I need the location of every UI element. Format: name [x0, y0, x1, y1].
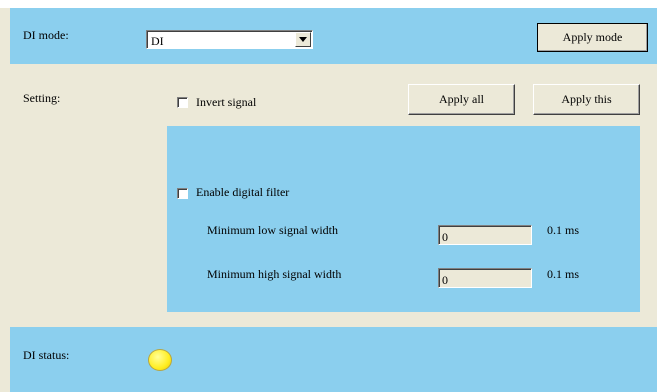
- min-high-width-label: Minimum high signal width: [207, 267, 342, 281]
- min-low-width-unit: 0.1 ms: [547, 223, 580, 237]
- status-led-icon: [148, 349, 172, 371]
- invert-signal-label[interactable]: Invert signal: [196, 95, 256, 110]
- invert-signal-checkbox[interactable]: [177, 97, 188, 108]
- setting-label: Setting:: [23, 91, 61, 105]
- enable-digital-filter-checkbox[interactable]: [177, 188, 188, 199]
- min-low-width-input[interactable]: 0: [438, 225, 532, 245]
- di-status-label: DI status:: [23, 348, 70, 362]
- top-strip: [0, 0, 657, 8]
- filter-panel: Enable digital filter Minimum low signal…: [167, 126, 640, 312]
- min-low-width-label: Minimum low signal width: [207, 223, 339, 237]
- apply-this-button[interactable]: Apply this: [533, 84, 640, 115]
- enable-digital-filter-label[interactable]: Enable digital filter: [196, 185, 289, 200]
- min-high-width-input[interactable]: 0: [438, 268, 532, 288]
- mode-panel: DI mode: DI Apply mode: [10, 8, 657, 64]
- status-panel: DI status:: [10, 327, 657, 392]
- di-mode-select[interactable]: DI: [146, 30, 313, 49]
- min-high-width-unit: 0.1 ms: [547, 267, 580, 281]
- di-mode-label: DI mode:: [23, 28, 69, 42]
- chevron-down-icon[interactable]: [295, 32, 311, 47]
- apply-all-button[interactable]: Apply all: [408, 84, 515, 115]
- di-mode-select-value: DI: [151, 34, 164, 48]
- apply-mode-button[interactable]: Apply mode: [537, 23, 648, 52]
